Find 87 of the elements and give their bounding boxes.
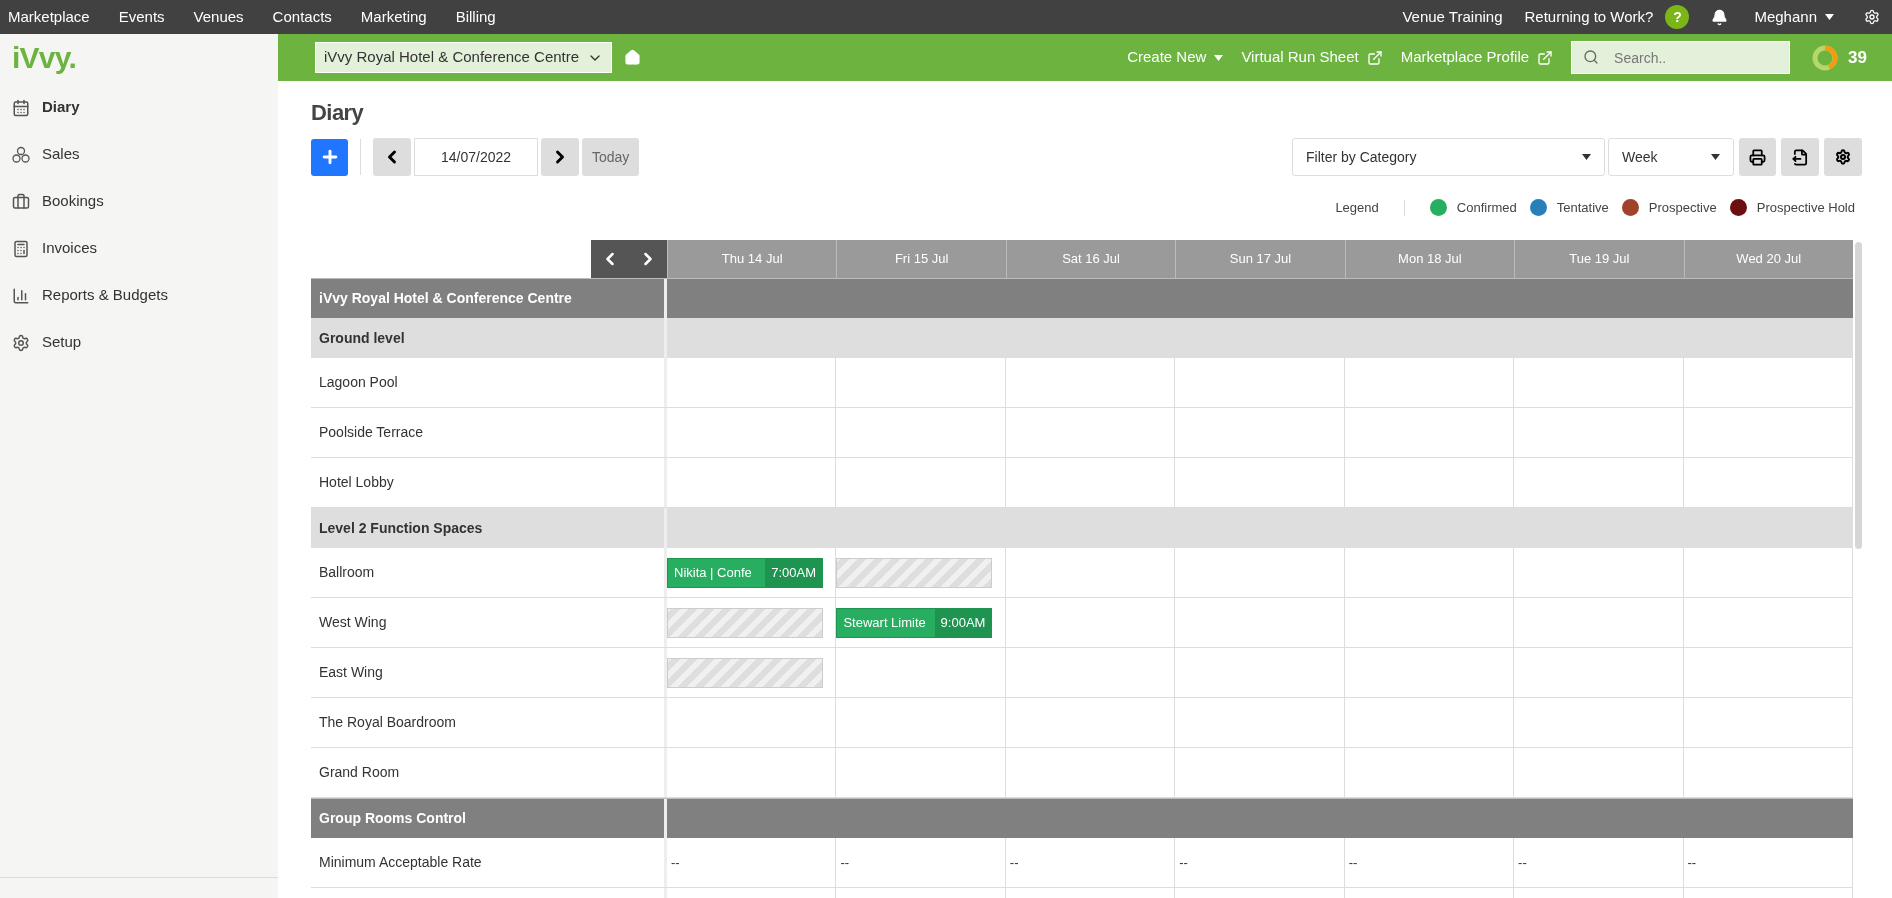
nav-link[interactable]: Returning to Work? [1524,5,1654,29]
calendar-icon [12,98,30,117]
booking-time: 7:00AM [765,558,822,587]
sidebar-item[interactable]: Reports & Budgets [0,272,278,319]
room-name: Hotel Lobby [319,473,394,492]
rate-value: -- [1178,853,1188,872]
user-menu[interactable]: Meghann [1754,5,1834,29]
sidebar-item[interactable]: Invoices [0,225,278,272]
nav-link[interactable]: Billing [455,5,496,29]
booking-title: Stewart Limite [842,613,927,632]
nav-link[interactable]: Venues [193,5,244,29]
view-select[interactable]: Week [1608,138,1734,176]
rate-value: -- [1686,853,1697,872]
room-name: West Wing [319,613,387,632]
donut-icon [1812,44,1839,71]
room-name: Minimum Acceptable Rate [319,853,482,872]
previous-button[interactable] [373,138,411,176]
legend-label: Prospective [1648,198,1717,217]
rate-value: -- [1008,853,1019,872]
print-icon [1749,148,1766,166]
day-header: Mon 18 Jul [1344,240,1515,278]
notification-icon[interactable] [1711,8,1729,26]
date-field[interactable]: 14/07/2022 [414,138,538,176]
scrollbar[interactable] [1855,242,1862,549]
day-header: Fri 15 Jul [836,240,1006,278]
day-header: Sun 17 Jul [1175,240,1345,278]
caret-icon [1825,14,1834,20]
legend-label: Tentative [1556,198,1609,217]
booking-time: 9:00AM [934,608,992,637]
bar-chart-icon [12,286,30,305]
circles-icon [12,145,30,164]
today-button[interactable]: Today [582,138,640,176]
day-header: Wed 20 Jul [1683,240,1853,278]
rate-value: -- [839,853,850,872]
caret-icon [1582,154,1591,160]
room-name: Lagoon Pool [319,373,398,392]
room-name: Grand Room [319,763,400,782]
settings-icon [12,333,30,352]
count-label: 39 [1848,46,1867,69]
nav-link[interactable]: Contacts [272,5,332,29]
legend-label: Prospective Hold [1756,198,1855,217]
rate-value: -- [670,853,680,872]
nav-link[interactable]: Marketing [360,5,427,29]
legend-title: Legend [1335,198,1379,217]
room-name: The Royal Boardroom [319,713,456,732]
caret-icon [1214,54,1224,61]
home-icon[interactable] [624,49,642,66]
calculator-icon [12,239,30,258]
sidebar-item[interactable]: Bookings [0,178,278,225]
sidebar-item[interactable]: Diary [0,84,278,131]
day-header: Tue 19 Jul [1514,240,1684,278]
sidebar-item[interactable]: Sales [0,131,278,178]
room-name: Poolside Terrace [319,423,424,442]
search-field[interactable]: Search.. [1571,41,1791,74]
sidebar-item[interactable]: Setup [0,319,278,366]
rate-value: -- [1517,853,1527,872]
room-name: East Wing [319,663,383,682]
next-button[interactable] [541,138,579,176]
category-filter-select[interactable]: Filter by Category [1292,138,1605,176]
rate-value: -- [1347,853,1358,872]
briefcase-icon [12,192,30,211]
page-title: Diary [311,102,365,124]
day-header: Sat 16 Jul [1005,240,1176,278]
group-header: Level 2 Function Spaces [311,508,667,548]
booking-block[interactable]: Nikita | Confe 7:00AM [667,557,823,588]
nav-link[interactable]: Marketplace [8,5,90,29]
export-button[interactable] [1781,138,1819,176]
venue-header: Group Rooms Control [311,799,667,838]
add-button[interactable] [311,138,348,176]
external-link-icon [1366,49,1383,66]
nav-link[interactable]: Venue Training [1402,5,1503,29]
room-name: Ballroom [319,563,375,582]
caret-icon [1711,154,1720,160]
booking-block[interactable]: Stewart Limite 9:00AM [836,607,993,638]
settings-icon[interactable] [1864,9,1880,25]
external-link-icon [1537,49,1554,66]
legend-label: Confirmed [1456,198,1517,217]
booking-title: Nikita | Confe [673,563,753,582]
settings-icon [1835,149,1851,165]
print-button[interactable] [1739,138,1776,176]
settings-button[interactable] [1824,138,1862,176]
venue-select[interactable]: iVvy Royal Hotel & Conference Centre [315,42,613,73]
group-header: Ground level [311,318,667,358]
search-icon [1583,49,1600,65]
day-header: Thu 14 Jul [667,240,837,278]
nav-link[interactable]: Events [118,5,165,29]
export-icon [1791,148,1809,166]
